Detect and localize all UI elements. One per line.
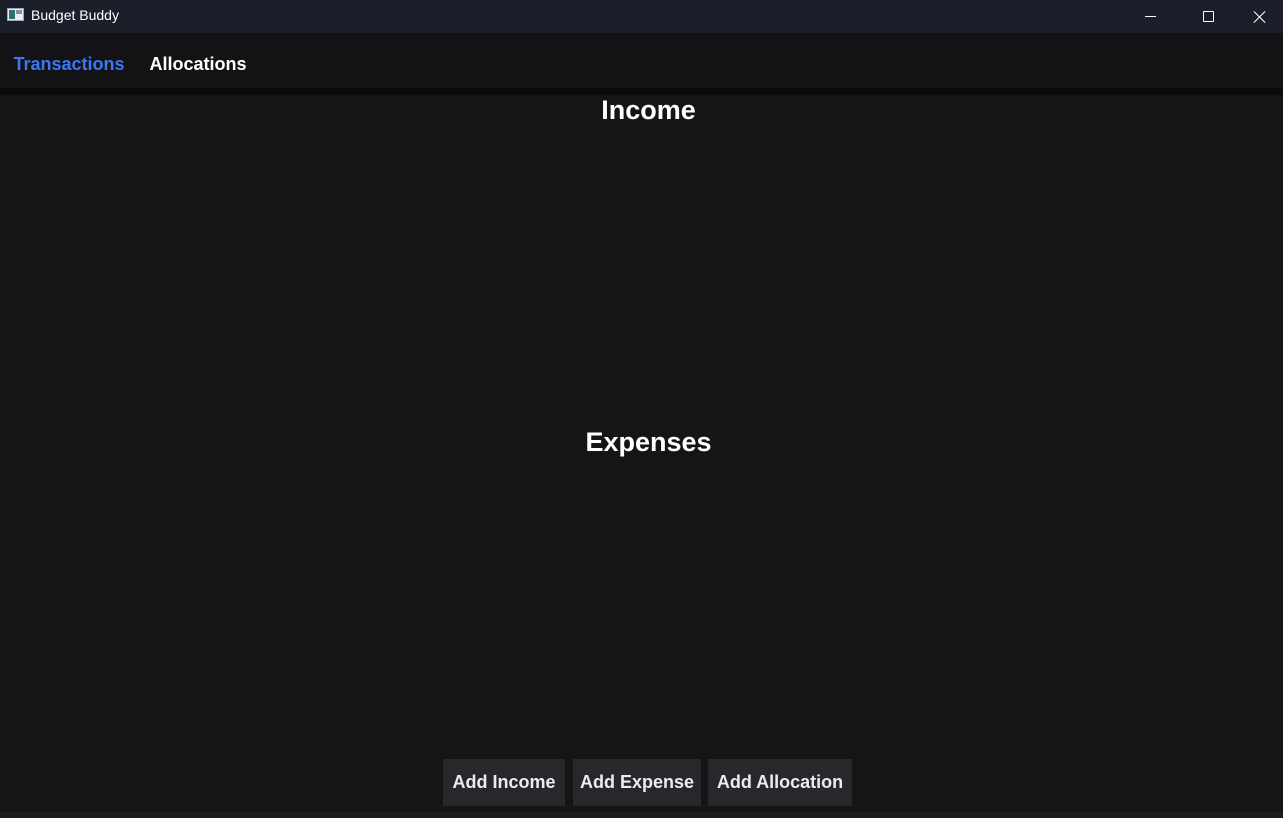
add-income-button[interactable]: Add Income [443, 759, 565, 806]
window-title: Budget Buddy [31, 7, 119, 23]
minimize-icon [1144, 16, 1156, 17]
maximize-button[interactable] [1179, 0, 1237, 33]
maximize-icon [1202, 11, 1214, 22]
tab-allocations[interactable]: Allocations [141, 33, 255, 96]
tab-transactions[interactable]: Transactions [5, 33, 133, 96]
app-window: Budget Buddy Transactions Allocations In… [0, 0, 1283, 818]
expenses-heading: Expenses [585, 427, 712, 457]
add-allocation-button[interactable]: Add Allocation [708, 759, 852, 806]
minimize-button[interactable] [1121, 0, 1179, 33]
title-bar[interactable]: Budget Buddy [0, 0, 1283, 33]
add-expense-button[interactable]: Add Expense [573, 759, 701, 806]
tab-divider [0, 88, 1283, 95]
tab-bar: Transactions Allocations [0, 33, 1283, 96]
app-icon [7, 8, 24, 21]
close-button[interactable] [1237, 0, 1283, 33]
close-icon [1254, 11, 1266, 23]
income-heading: Income [601, 95, 696, 125]
window-bottom-edge [0, 812, 1283, 818]
